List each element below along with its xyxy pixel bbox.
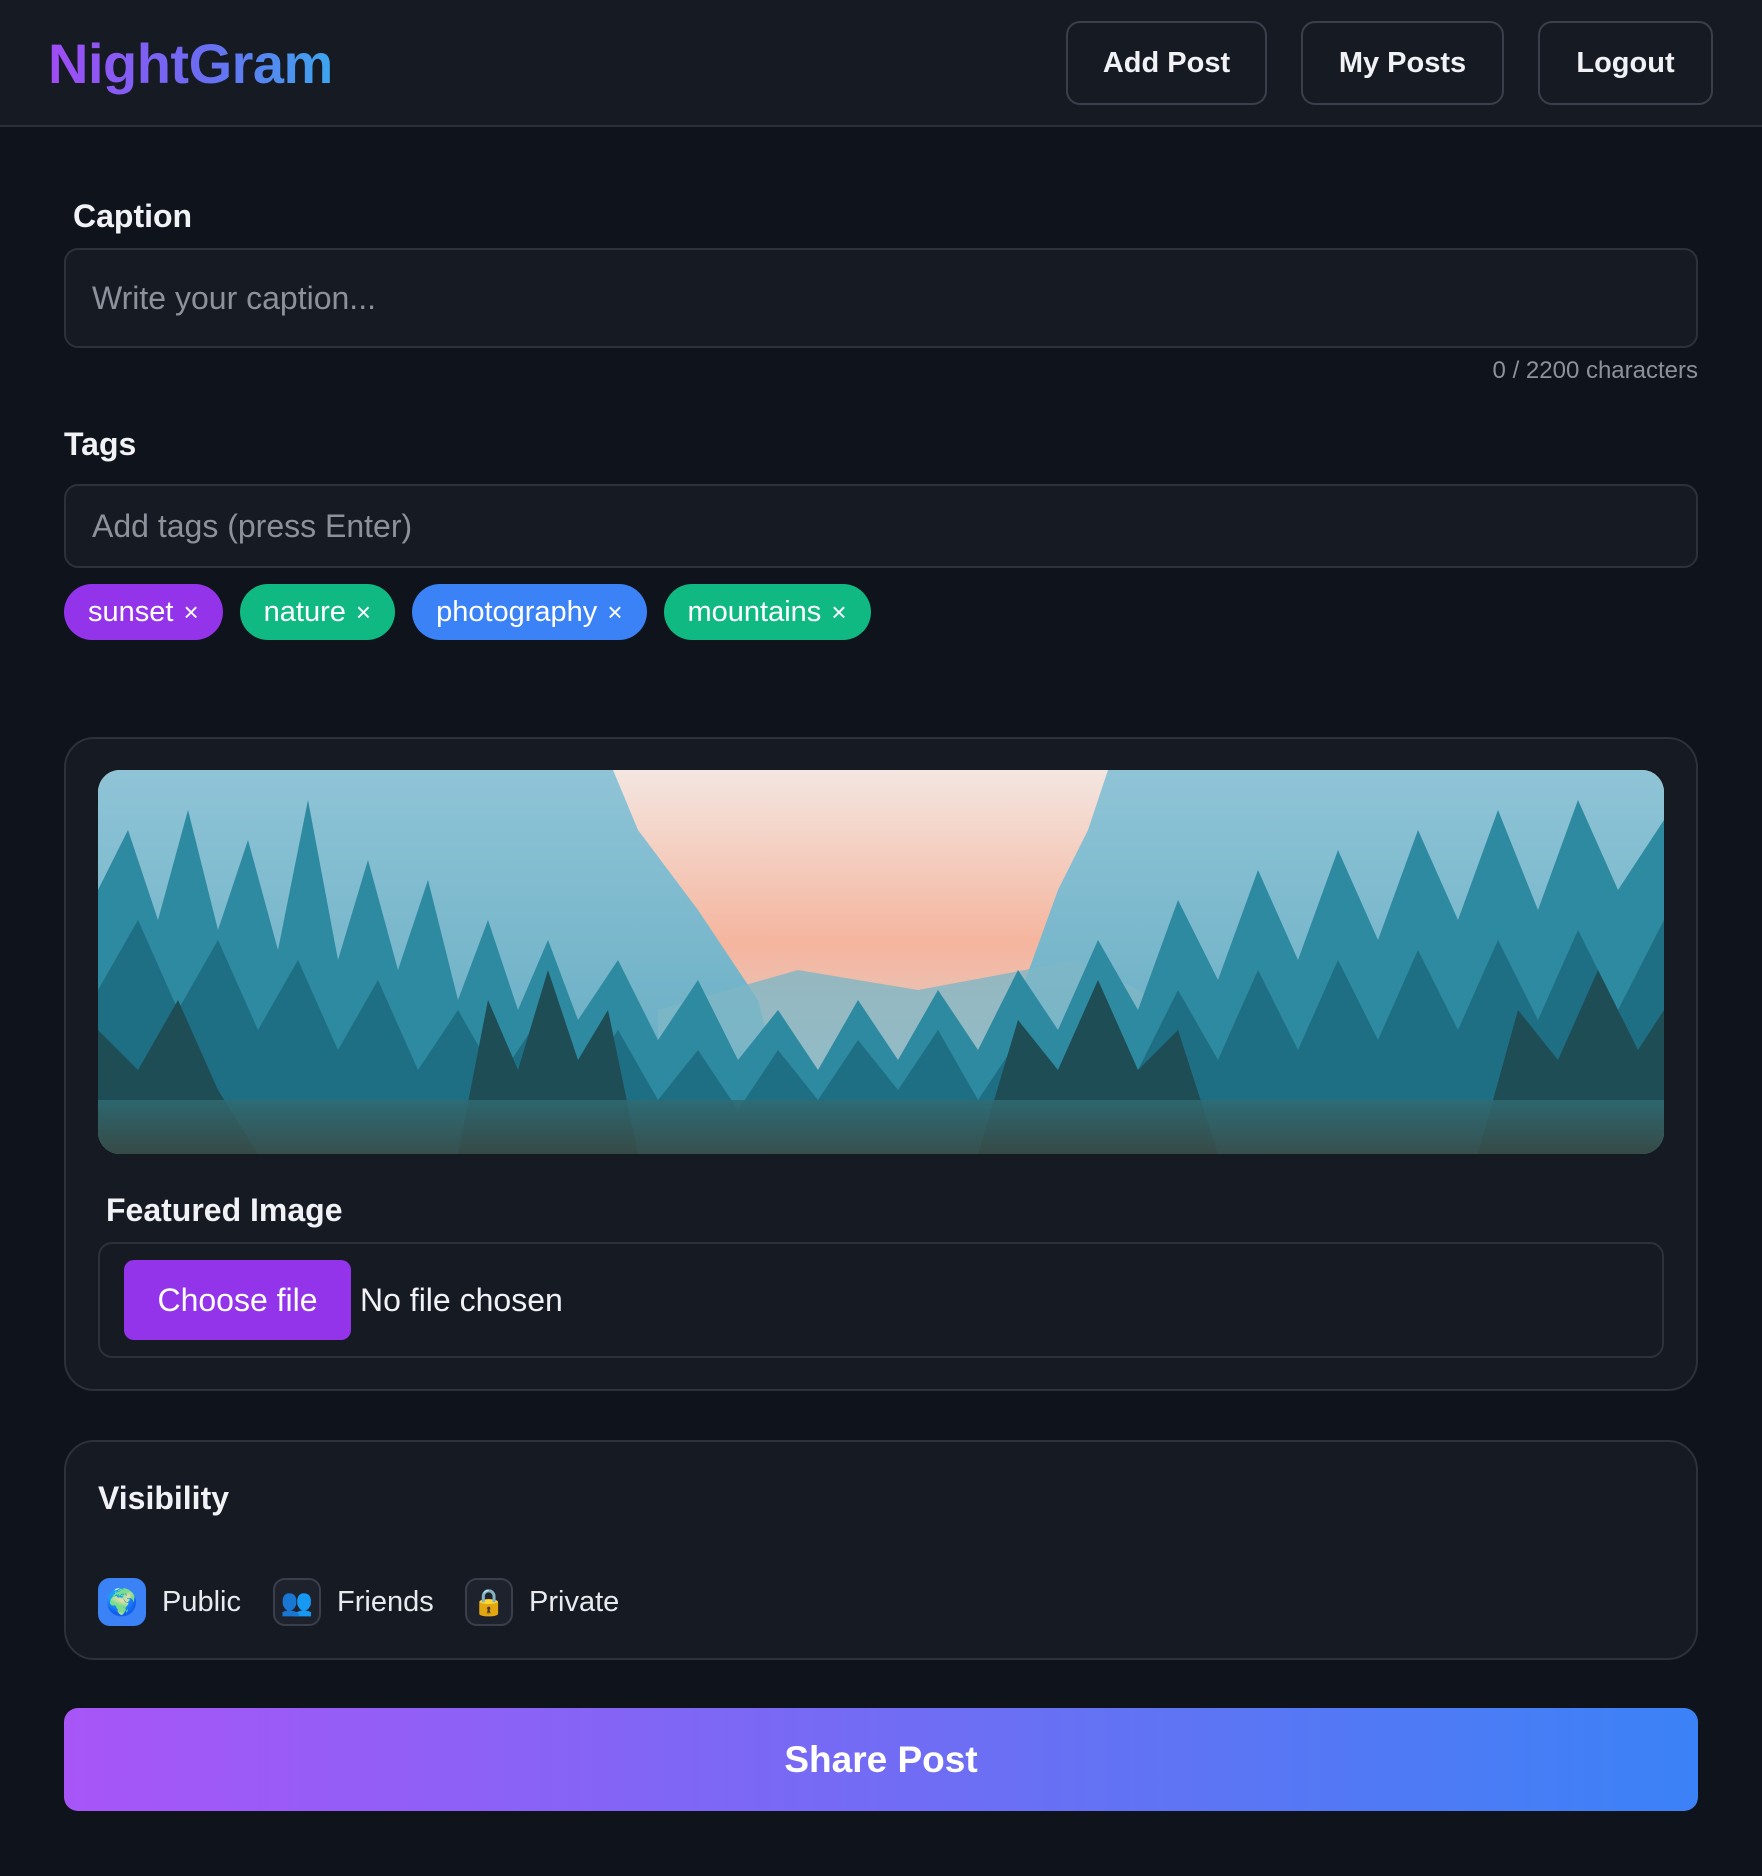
visibility-option-public[interactable]: 🌍 Public bbox=[98, 1578, 241, 1626]
share-post-button[interactable]: Share Post bbox=[64, 1708, 1698, 1811]
file-status-text: No file chosen bbox=[360, 1282, 563, 1318]
choose-file-button[interactable]: Choose file bbox=[124, 1260, 351, 1340]
tag-chip-sunset: sunset × bbox=[64, 584, 223, 640]
tag-label: mountains bbox=[687, 595, 822, 628]
remove-tag-icon[interactable]: × bbox=[356, 597, 371, 628]
landscape-preview-image bbox=[98, 770, 1664, 1154]
featured-image-label: Featured Image bbox=[106, 1192, 343, 1228]
visibility-option-private[interactable]: 🔒 Private bbox=[465, 1578, 619, 1626]
remove-tag-icon[interactable]: × bbox=[183, 597, 198, 628]
tag-chip-mountains: mountains × bbox=[663, 584, 871, 640]
tag-label: photography bbox=[436, 595, 598, 628]
visibility-label: Visibility bbox=[98, 1480, 230, 1516]
tag-chip-nature: nature × bbox=[239, 584, 396, 640]
visibility-card bbox=[64, 1440, 1698, 1660]
tag-label: nature bbox=[263, 595, 346, 628]
tag-list: sunset × nature × photography × mountain… bbox=[64, 584, 871, 640]
my-posts-button[interactable]: My Posts bbox=[1301, 21, 1504, 105]
globe-icon: 🌍 bbox=[98, 1578, 146, 1626]
caption-label: Caption bbox=[73, 198, 193, 234]
add-post-button[interactable]: Add Post bbox=[1066, 21, 1267, 105]
tag-chip-photography: photography × bbox=[412, 584, 647, 640]
visibility-option-friends[interactable]: 👥 Friends bbox=[273, 1578, 434, 1626]
remove-tag-icon[interactable]: × bbox=[831, 597, 846, 628]
app-logo[interactable]: NightGram bbox=[48, 30, 333, 98]
visibility-option-label: Public bbox=[162, 1585, 241, 1618]
visibility-option-label: Friends bbox=[337, 1585, 434, 1618]
tags-input[interactable] bbox=[64, 484, 1698, 568]
people-icon: 👥 bbox=[273, 1578, 321, 1626]
top-bar: NightGram Add Post My Posts Logout bbox=[0, 0, 1762, 127]
remove-tag-icon[interactable]: × bbox=[607, 597, 622, 628]
image-preview bbox=[98, 770, 1664, 1154]
lock-icon: 🔒 bbox=[465, 1578, 513, 1626]
tag-label: sunset bbox=[88, 595, 174, 628]
caption-input[interactable] bbox=[64, 248, 1698, 348]
caption-char-counter: 0 / 2200 characters bbox=[1492, 357, 1698, 384]
logout-button[interactable]: Logout bbox=[1538, 21, 1713, 105]
file-upload-field[interactable]: Choose file No file chosen bbox=[98, 1242, 1664, 1358]
tags-label: Tags bbox=[64, 426, 137, 462]
visibility-option-label: Private bbox=[529, 1585, 620, 1618]
